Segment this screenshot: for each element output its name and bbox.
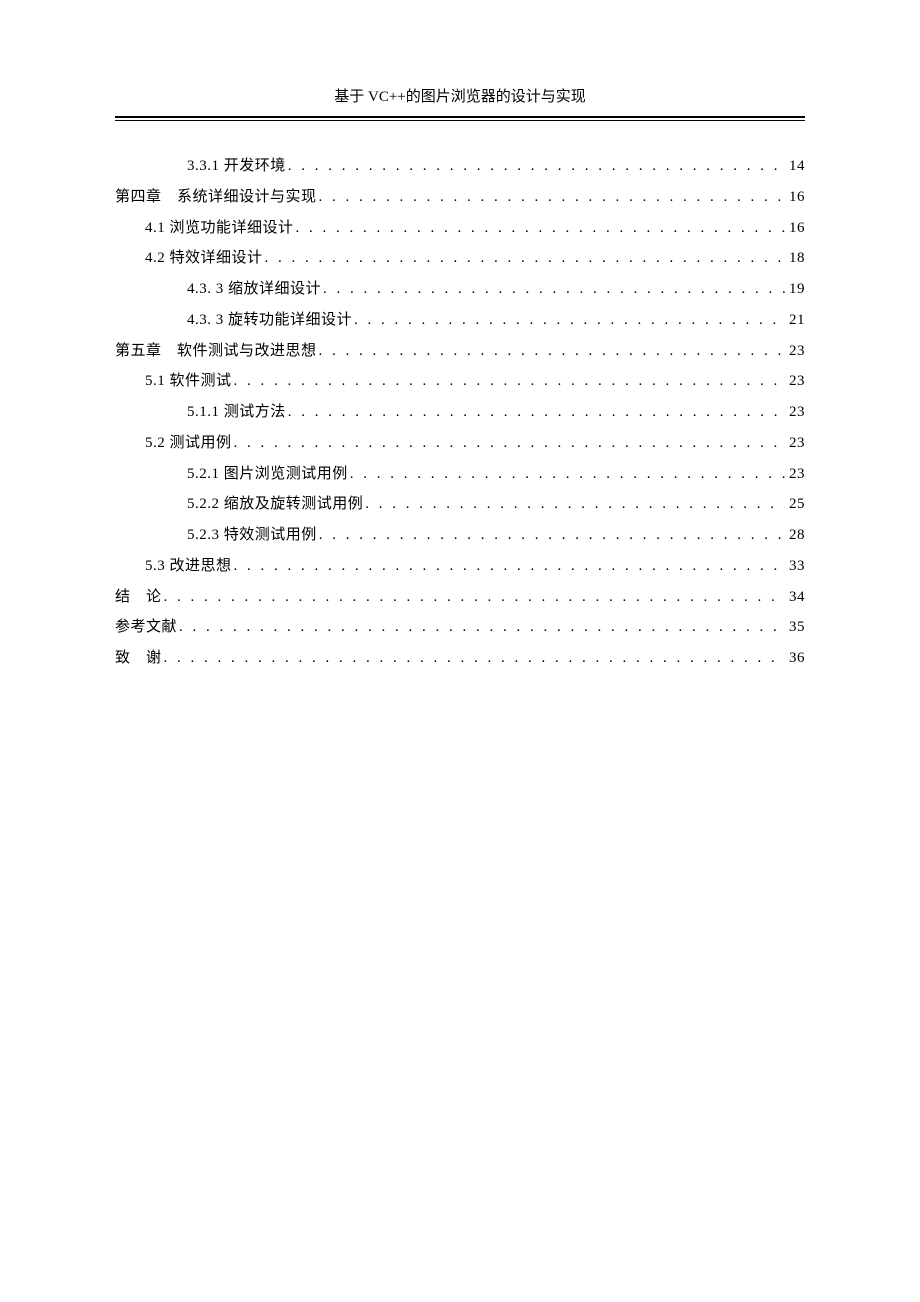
toc-leader-dots: . . . . . . . . . . . . . . . . . . . . …	[317, 520, 785, 551]
toc-entry-label: 3.3.1 开发环境	[187, 151, 286, 182]
toc-entry: 致 谢. . . . . . . . . . . . . . . . . . .…	[115, 643, 805, 674]
toc-leader-dots: . . . . . . . . . . . . . . . . . . . . …	[232, 428, 785, 459]
toc-entry-page: 18	[785, 243, 805, 274]
toc-leader-dots: . . . . . . . . . . . . . . . . . . . . …	[286, 397, 785, 428]
document-page: 基于 VC++的图片浏览器的设计与实现 3.3.1 开发环境. . . . . …	[0, 0, 920, 674]
toc-entry: 5.1 软件测试. . . . . . . . . . . . . . . . …	[115, 366, 805, 397]
toc-leader-dots: . . . . . . . . . . . . . . . . . . . . …	[294, 213, 785, 244]
toc-leader-dots: . . . . . . . . . . . . . . . . . . . . …	[321, 274, 785, 305]
toc-entry-page: 23	[785, 336, 805, 367]
toc-entry-label: 4.3. 3 缩放详细设计	[187, 274, 321, 305]
toc-entry: 5.2.2 缩放及旋转测试用例. . . . . . . . . . . . .…	[115, 489, 805, 520]
toc-entry-page: 16	[785, 182, 805, 213]
header-rule	[115, 116, 805, 121]
toc-entry: 5.2 测试用例. . . . . . . . . . . . . . . . …	[115, 428, 805, 459]
toc-entry: 5.2.3 特效测试用例. . . . . . . . . . . . . . …	[115, 520, 805, 551]
toc-entry: 5.1.1 测试方法. . . . . . . . . . . . . . . …	[115, 397, 805, 428]
toc-entry-label: 第四章 系统详细设计与实现	[115, 182, 317, 213]
toc-entry-page: 23	[785, 397, 805, 428]
toc-entry: 4.1 浏览功能详细设计. . . . . . . . . . . . . . …	[115, 213, 805, 244]
toc-leader-dots: . . . . . . . . . . . . . . . . . . . . …	[363, 489, 785, 520]
toc-entry-page: 35	[785, 612, 805, 643]
toc-entry-page: 21	[785, 305, 805, 336]
toc-entry-label: 4.3. 3 旋转功能详细设计	[187, 305, 352, 336]
toc-entry-label: 5.2.3 特效测试用例	[187, 520, 317, 551]
toc-leader-dots: . . . . . . . . . . . . . . . . . . . . …	[232, 551, 785, 582]
toc-leader-dots: . . . . . . . . . . . . . . . . . . . . …	[352, 305, 785, 336]
toc-entry-label: 结 论	[115, 582, 162, 613]
toc-entry-page: 25	[785, 489, 805, 520]
toc-entry-page: 23	[785, 459, 805, 490]
toc-entry-label: 5.2 测试用例	[145, 428, 232, 459]
toc-entry-page: 28	[785, 520, 805, 551]
toc-entry-page: 19	[785, 274, 805, 305]
page-header-title: 基于 VC++的图片浏览器的设计与实现	[115, 85, 805, 116]
toc-leader-dots: . . . . . . . . . . . . . . . . . . . . …	[263, 243, 785, 274]
toc-entry: 5.3 改进思想. . . . . . . . . . . . . . . . …	[115, 551, 805, 582]
toc-entry-page: 23	[785, 366, 805, 397]
toc-entry: 结 论. . . . . . . . . . . . . . . . . . .…	[115, 582, 805, 613]
toc-leader-dots: . . . . . . . . . . . . . . . . . . . . …	[317, 182, 785, 213]
toc-entry: 第四章 系统详细设计与实现. . . . . . . . . . . . . .…	[115, 182, 805, 213]
toc-entry-page: 33	[785, 551, 805, 582]
toc-entry-page: 36	[785, 643, 805, 674]
toc-entry: 4.3. 3 旋转功能详细设计. . . . . . . . . . . . .…	[115, 305, 805, 336]
toc-entry-page: 14	[785, 151, 805, 182]
toc-entry-label: 5.2.1 图片浏览测试用例	[187, 459, 348, 490]
toc-entry-page: 34	[785, 582, 805, 613]
toc-leader-dots: . . . . . . . . . . . . . . . . . . . . …	[348, 459, 785, 490]
toc-entry-label: 第五章 软件测试与改进思想	[115, 336, 317, 367]
toc-entry: 5.2.1 图片浏览测试用例. . . . . . . . . . . . . …	[115, 459, 805, 490]
toc-entry-page: 16	[785, 213, 805, 244]
table-of-contents: 3.3.1 开发环境. . . . . . . . . . . . . . . …	[115, 151, 805, 674]
toc-entry: 4.3. 3 缩放详细设计. . . . . . . . . . . . . .…	[115, 274, 805, 305]
toc-entry-label: 致 谢	[115, 643, 162, 674]
toc-entry-label: 5.3 改进思想	[145, 551, 232, 582]
toc-entry: 参考文献. . . . . . . . . . . . . . . . . . …	[115, 612, 805, 643]
toc-leader-dots: . . . . . . . . . . . . . . . . . . . . …	[177, 612, 785, 643]
toc-entry: 第五章 软件测试与改进思想. . . . . . . . . . . . . .…	[115, 336, 805, 367]
toc-entry-label: 参考文献	[115, 612, 177, 643]
toc-entry: 3.3.1 开发环境. . . . . . . . . . . . . . . …	[115, 151, 805, 182]
toc-leader-dots: . . . . . . . . . . . . . . . . . . . . …	[286, 151, 785, 182]
toc-leader-dots: . . . . . . . . . . . . . . . . . . . . …	[162, 643, 785, 674]
toc-entry-label: 4.1 浏览功能详细设计	[145, 213, 294, 244]
toc-entry: 4.2 特效详细设计. . . . . . . . . . . . . . . …	[115, 243, 805, 274]
toc-entry-page: 23	[785, 428, 805, 459]
toc-entry-label: 5.1 软件测试	[145, 366, 232, 397]
toc-leader-dots: . . . . . . . . . . . . . . . . . . . . …	[317, 336, 785, 367]
toc-entry-label: 5.1.1 测试方法	[187, 397, 286, 428]
toc-leader-dots: . . . . . . . . . . . . . . . . . . . . …	[232, 366, 785, 397]
toc-entry-label: 4.2 特效详细设计	[145, 243, 263, 274]
toc-leader-dots: . . . . . . . . . . . . . . . . . . . . …	[162, 582, 785, 613]
toc-entry-label: 5.2.2 缩放及旋转测试用例	[187, 489, 363, 520]
